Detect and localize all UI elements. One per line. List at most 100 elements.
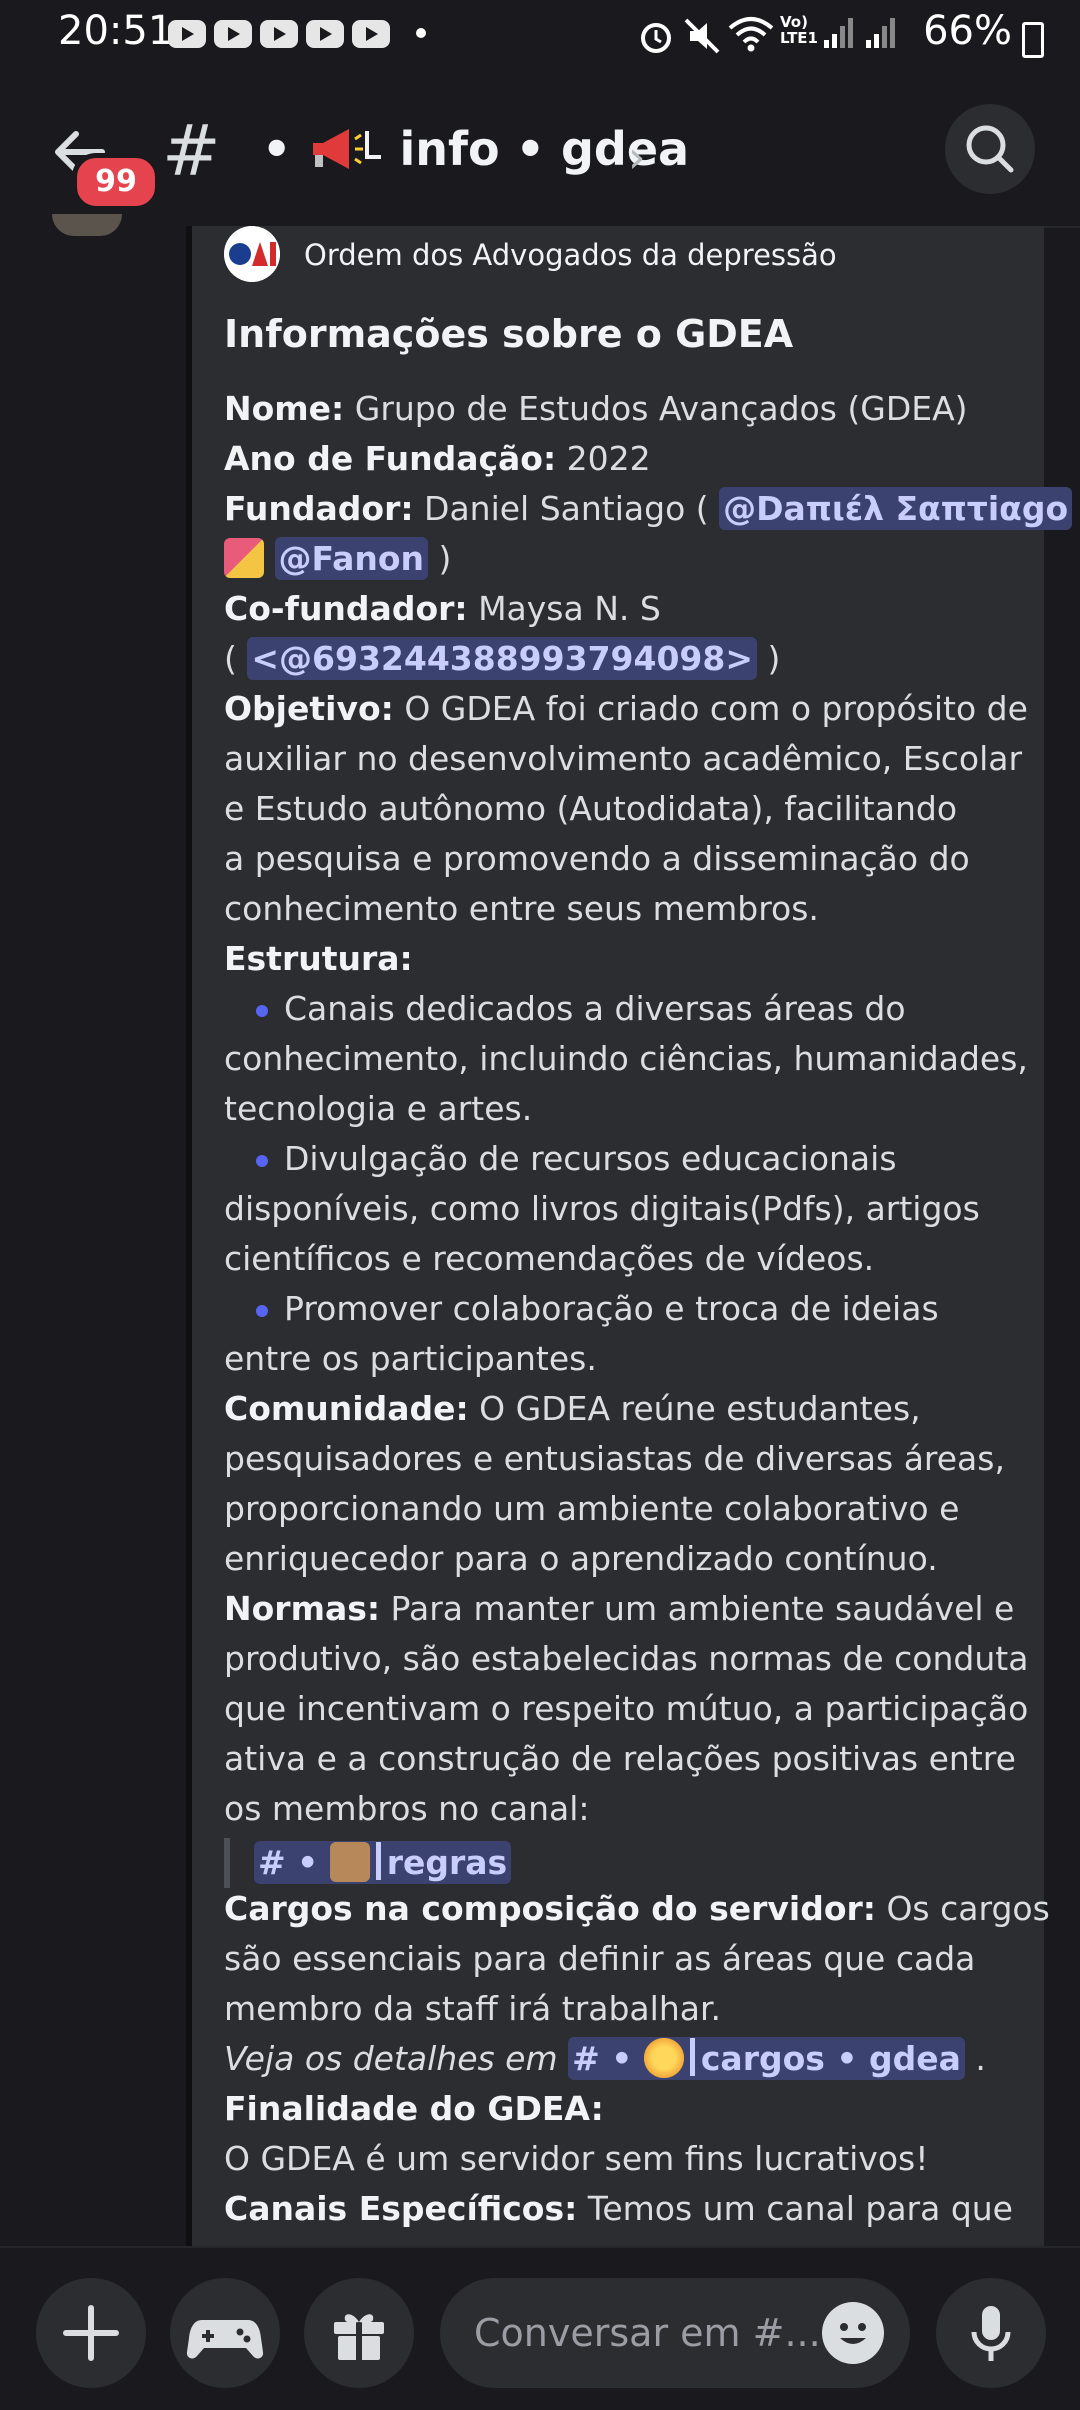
embed-author: Ordem dos Advogados da depressão [304, 238, 837, 272]
gift-icon [334, 2314, 384, 2360]
user-mention[interactable]: <@693244388993794098> [247, 637, 757, 680]
field-text: conhecimento, incluindo ciências, humani… [224, 1039, 1028, 1078]
emoji-button[interactable] [822, 2302, 884, 2364]
user-mention[interactable]: @Fanon [274, 537, 429, 580]
list-item: Divulgação de recursos educacionais [224, 1134, 1024, 1184]
alarm-icon [641, 23, 671, 53]
channel-mention-name: cargos • gdea [700, 2039, 961, 2078]
field-text: Maysa N. S [467, 589, 661, 628]
status-bar: 20:51 Vo) LTE1 66% [0, 0, 1080, 70]
field-label: Nome: [224, 389, 345, 428]
embed-title: Informações sobre o GDEA [224, 312, 794, 356]
gift-button[interactable] [304, 2278, 414, 2388]
signal-icon-2 [866, 18, 895, 48]
field-label: Cargos na composição do servidor: [224, 1889, 876, 1928]
field-text: 2022 [556, 439, 651, 478]
field-text: proporcionando um ambiente colaborativo … [224, 1489, 960, 1528]
field-text: são essenciais para definir as áreas que… [224, 1939, 976, 1978]
add-attachment-button[interactable] [36, 2278, 146, 2388]
embed-description: Nome: Grupo de Estudos Avançados (GDEA) … [224, 384, 1073, 2234]
unread-badge: 99 [72, 153, 160, 211]
list-item: Canais dedicados a diversas áreas do [224, 984, 1024, 1034]
gamepad-icon [186, 2320, 264, 2359]
field-text: entre os participantes. [224, 1339, 597, 1378]
plus-icon [63, 2305, 119, 2361]
youtube-notification-icon [168, 20, 206, 48]
channel-name-button[interactable]: • info • gdea [262, 122, 689, 176]
field-text: Para manter um ambiente saudável e [380, 1589, 1015, 1628]
field-text-italic: Veja os detalhes em [224, 2039, 569, 2078]
field-text: ativa e a construção de relações positiv… [224, 1739, 1016, 1778]
field-text: Temos um canal para que [577, 2189, 1013, 2228]
microphone-icon [971, 2306, 1011, 2361]
list-item-text: Divulgação de recursos educacionais [284, 1139, 897, 1178]
channel-prefix: • [262, 122, 292, 176]
youtube-notification-icon [260, 20, 298, 48]
channel-header: 99 # • info • gdea › [0, 80, 1080, 228]
user-avatar[interactable] [52, 214, 122, 236]
field-label: Objetivo: [224, 689, 394, 728]
field-text: enriquecedor para o aprendizado contínuo… [224, 1539, 938, 1578]
theater-masks-icon [224, 538, 264, 578]
field-text: disponíveis, como livros digitais(Pdfs),… [224, 1189, 980, 1228]
field-label: Comunidade: [224, 1389, 469, 1428]
field-text: ) [428, 539, 452, 578]
chevron-right-icon[interactable]: › [628, 132, 646, 183]
message-composer [0, 2246, 1080, 2410]
field-text: produtivo, são estabelecidas normas de c… [224, 1639, 1029, 1678]
user-mention[interactable]: @Daπιέλ Σαπτiαgo [719, 487, 1073, 530]
field-label: Ano de Fundação: [224, 439, 557, 478]
field-label: Normas: [224, 1589, 381, 1628]
field-label: Co-fundador: [224, 589, 468, 628]
field-text: ( [224, 639, 248, 678]
voice-message-button[interactable] [936, 2278, 1046, 2388]
status-time: 20:51 [58, 8, 174, 54]
signal-icon [824, 18, 853, 48]
youtube-notification-icon [352, 20, 390, 48]
channel-hash: # • [572, 2039, 633, 2078]
channel-mention-cargos[interactable]: # • cargos • gdea [568, 2037, 965, 2080]
activities-button[interactable] [170, 2278, 280, 2388]
megaphone-icon [313, 129, 382, 169]
field-text: O GDEA reúne estudantes, [468, 1389, 921, 1428]
search-button[interactable] [945, 104, 1035, 194]
field-label: Canais Específicos: [224, 2189, 578, 2228]
channel-name: info • gdea [399, 122, 690, 176]
search-icon [966, 125, 1014, 173]
field-text: Daniel Santiago ( [413, 489, 720, 528]
star-icon [643, 2038, 684, 2078]
message-gutter [0, 226, 186, 2246]
field-text: O GDEA foi criado com o propósito de [393, 689, 1028, 728]
list-item-text: Canais dedicados a diversas áreas do [284, 989, 906, 1028]
youtube-notification-icon [214, 20, 252, 48]
channel-hash: # • [258, 1843, 319, 1882]
field-text: Os cargos [875, 1889, 1050, 1928]
channel-mention-regras[interactable]: # • regras [254, 1841, 512, 1884]
blockquote: # • regras [224, 1838, 512, 1888]
wifi-icon [728, 17, 774, 52]
list-item: Promover colaboração e troca de ideias [224, 1284, 1024, 1334]
smiley-icon [840, 2323, 866, 2344]
field-text: Grupo de Estudos Avançados (GDEA) [344, 389, 968, 428]
separator [375, 1842, 381, 1880]
youtube-notification-icon [306, 20, 344, 48]
field-text: tecnologia e artes. [224, 1089, 533, 1128]
field-label: Finalidade do GDEA: [224, 2089, 604, 2128]
more-notifications-dot [416, 28, 426, 38]
author-logo-icon [224, 226, 280, 282]
field-text: membro da staff irá trabalhar. [224, 1989, 721, 2028]
volte-label: Vo) LTE1 [780, 13, 818, 47]
channel-mention-name: regras [386, 1843, 508, 1882]
field-text: que incentivam o respeito mútuo, a parti… [224, 1689, 1029, 1728]
field-label: Estrutura: [224, 939, 413, 978]
message-embed: Ordem dos Advogados da depressão Informa… [192, 226, 1073, 2246]
field-text: ) [756, 639, 781, 678]
field-text: a pesquisa e promovendo a disseminação d… [224, 839, 970, 878]
text-channel-icon: # [162, 110, 221, 192]
field-text: pesquisadores e entusiastas de diversas … [224, 1439, 1005, 1478]
list-item-text: Promover colaboração e troca de ideias [284, 1289, 939, 1328]
mute-icon [684, 18, 720, 54]
field-text: os membros no canal: [224, 1789, 590, 1828]
battery-percent: 66% [923, 8, 1012, 54]
battery-icon [1022, 22, 1044, 58]
